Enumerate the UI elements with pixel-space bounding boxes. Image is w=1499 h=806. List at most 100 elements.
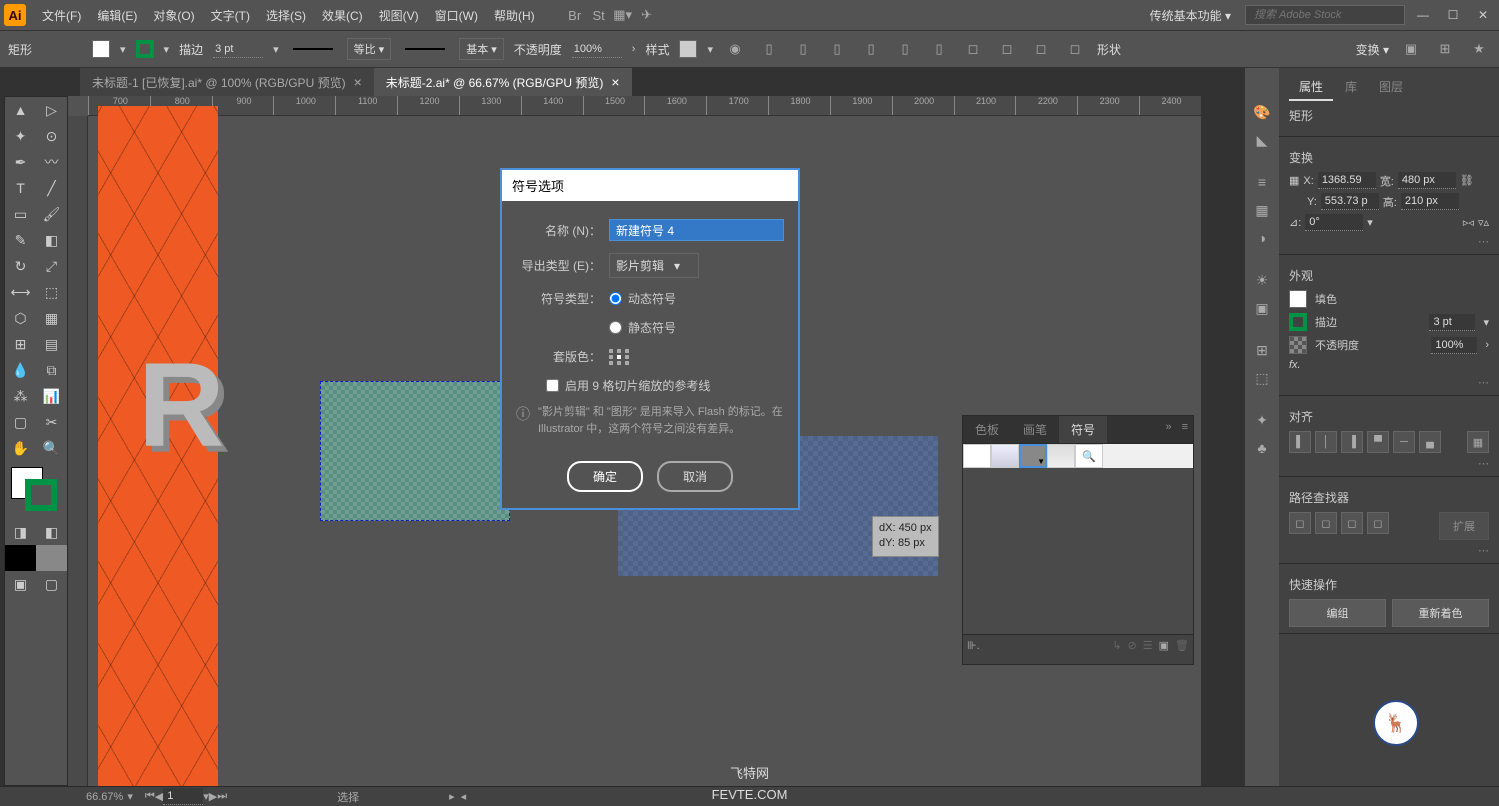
width-profile-select[interactable]: 等比 ▾ [347,38,392,60]
shape-unite-icon[interactable]: ◻ [961,37,985,61]
place-instance-icon[interactable]: ↳ [1112,639,1121,652]
align-right-btn[interactable]: ▐ [1341,431,1363,453]
normal-draw-icon[interactable] [5,545,36,571]
shape-builder-tool[interactable]: ⬡ [5,305,36,331]
align-left-icon[interactable]: ▯ [757,37,781,61]
align-to-icon[interactable]: ⊞ [1433,37,1457,61]
selection-tool[interactable]: ▲ [5,97,36,123]
brushes-tab[interactable]: 画笔 [1011,416,1059,443]
more-options-icon[interactable]: ⋯ [1289,544,1489,557]
link-wh-icon[interactable]: ⛓ [1460,174,1474,187]
hand-tool[interactable]: ✋ [5,435,36,461]
y-input[interactable] [1321,193,1379,210]
menu-help[interactable]: 帮助(H) [486,3,543,28]
align-vcenter-btn[interactable]: ─ [1393,431,1415,453]
menu-select[interactable]: 选择(S) [258,3,314,28]
graph-tool[interactable]: 📊 [36,383,67,409]
doc-tab-1[interactable]: 未标题-1 [已恢复].ai* @ 100% (RGB/GPU 预览)× [80,68,374,97]
search-stock-input[interactable] [1245,5,1405,25]
color-guide-icon[interactable]: ◣ [1245,126,1279,154]
new-symbol-icon[interactable]: ▣ [1159,639,1169,652]
layers-tab[interactable]: 图层 [1369,74,1413,101]
rotate-tool[interactable]: ↻ [5,253,36,279]
dynamic-symbol-radio[interactable]: 动态符号 [609,290,676,307]
properties-tab[interactable]: 属性 [1289,74,1333,101]
symbol-spray-tool[interactable]: ⁂ [5,383,36,409]
ruler-horizontal[interactable]: 700800 9001000 11001200 13001400 1500160… [88,96,1201,116]
rectangle-tool[interactable]: ▭ [5,201,36,227]
menu-window[interactable]: 窗口(W) [427,3,486,28]
ref-point-icon[interactable]: ▦ [1289,174,1299,187]
fill-chevron-icon[interactable]: ▾ [120,43,126,56]
zoom-level[interactable]: 66.67% [86,791,123,803]
stroke-chevron-icon[interactable]: ▾ [164,43,170,56]
panel-collapse-icon[interactable]: » [1160,416,1176,443]
enable-9slice-checkbox[interactable]: 启用 9 格切片缩放的参考线 [546,377,784,394]
last-artboard-icon[interactable]: ⏭ [217,790,227,803]
free-transform-tool[interactable]: ⬚ [36,279,67,305]
gradient-panel-icon[interactable]: ▦ [1245,196,1279,224]
ok-button[interactable]: 确定 [567,461,643,492]
align-panel-icon[interactable]: ⊞ [1245,336,1279,364]
symbol-item-3[interactable]: ▼ [1019,444,1047,468]
align-hcenter-icon[interactable]: ▯ [791,37,815,61]
color-mode-icon[interactable]: ◨ [5,519,36,545]
more-options-icon[interactable]: ⋯ [1289,457,1489,470]
more-options-icon[interactable]: ⋯ [1289,235,1489,248]
height-input[interactable] [1401,193,1459,210]
shape-exclude-icon[interactable]: ◻ [1063,37,1087,61]
symbols-panel-icon[interactable]: ♣ [1245,434,1279,462]
recolor-icon[interactable]: ◉ [723,37,747,61]
flip-h-icon[interactable]: ▹◃ [1463,216,1474,229]
expand-button[interactable]: 扩展 [1439,512,1489,540]
symbol-sprayer-icon[interactable]: ✦ [1245,406,1279,434]
shaper-tool[interactable]: ✎ [5,227,36,253]
align-top-btn[interactable]: ▀ [1367,431,1389,453]
libraries-tab[interactable]: 库 [1335,74,1367,101]
static-symbol-radio[interactable]: 静态符号 [609,319,676,336]
minus-front-btn[interactable]: ◻ [1315,512,1337,534]
symbol-item-1[interactable] [963,444,991,468]
stroke-weight-prop[interactable] [1429,314,1475,331]
zoom-tool[interactable]: 🔍 [36,435,67,461]
artboard-nav-input[interactable] [163,788,203,805]
curvature-tool[interactable]: 〰 [36,149,67,175]
menu-effect[interactable]: 效果(C) [314,3,371,28]
eraser-tool[interactable]: ◧ [36,227,67,253]
break-link-icon[interactable]: ⊘ [1128,639,1137,652]
brush-tool[interactable]: 🖌 [36,201,67,227]
intersect-btn[interactable]: ◻ [1341,512,1363,534]
symbol-item-2[interactable] [991,444,1019,468]
align-hcenter-btn[interactable]: │ [1315,431,1337,453]
mesh-tool[interactable]: ⊞ [5,331,36,357]
align-bottom-icon[interactable]: ▯ [927,37,951,61]
symbol-name-input[interactable] [609,219,784,241]
more-options-icon[interactable]: ⋯ [1289,376,1489,389]
opacity-swatch-prop[interactable] [1289,336,1307,354]
fill-stroke-control[interactable] [5,465,67,515]
minimize-button[interactable]: — [1411,4,1435,26]
change-screen-icon[interactable]: ▢ [36,571,67,597]
symbols-tab[interactable]: 符号 [1059,416,1107,443]
delete-symbol-icon[interactable]: 🗑 [1175,639,1189,652]
group-button[interactable]: 编组 [1289,599,1386,627]
stroke-panel-icon[interactable]: ≡ [1245,168,1279,196]
perspective-tool[interactable]: ▦ [36,305,67,331]
unite-btn[interactable]: ◻ [1289,512,1311,534]
pen-tool[interactable]: ✒ [5,149,36,175]
flip-v-icon[interactable]: ▿▵ [1478,216,1489,229]
menu-type[interactable]: 文字(T) [203,3,258,28]
draw-behind-icon[interactable] [36,545,67,571]
direct-select-tool[interactable]: ▷ [36,97,67,123]
stock-icon[interactable]: St [587,3,611,27]
fx-button[interactable]: fx. [1289,359,1301,371]
brush-def-select[interactable]: 基本 ▾ [459,38,504,60]
menu-file[interactable]: 文件(F) [34,3,89,28]
color-panel-icon[interactable]: 🎨 [1245,98,1279,126]
lasso-tool[interactable]: ⊙ [36,123,67,149]
x-input[interactable] [1318,172,1376,189]
maximize-button[interactable]: ☐ [1441,4,1465,26]
panel-menu-icon[interactable]: ≡ [1177,416,1193,443]
exclude-btn[interactable]: ◻ [1367,512,1389,534]
align-left-btn[interactable]: ▌ [1289,431,1311,453]
